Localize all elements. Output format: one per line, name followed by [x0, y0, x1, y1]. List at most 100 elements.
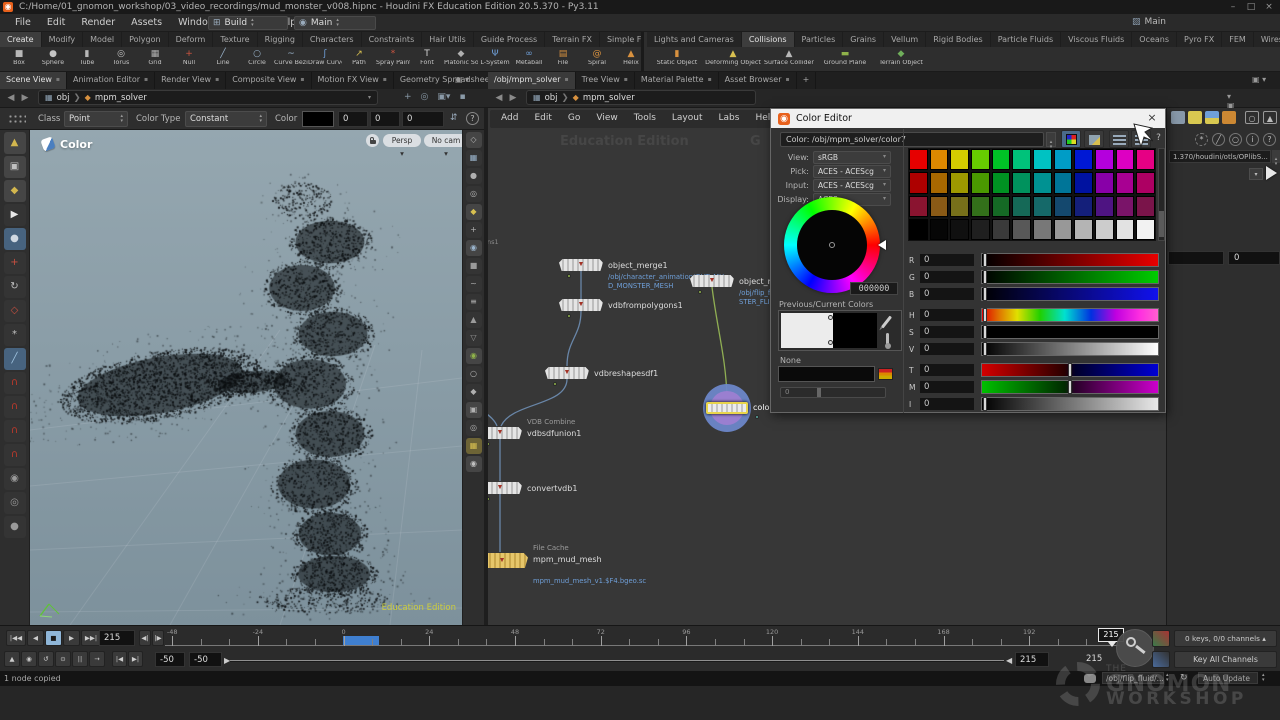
shelf-tool-font[interactable]: TFont: [410, 47, 444, 72]
pose-tool-icon[interactable]: *: [4, 324, 26, 346]
update-mode-dropdown[interactable]: Auto Update: [1198, 672, 1258, 684]
previous-color-swatch[interactable]: [781, 313, 833, 348]
grid-display-icon[interactable]: ▦: [466, 438, 482, 454]
scrollbar-thumb[interactable]: [1159, 211, 1164, 237]
color-wheel[interactable]: [784, 197, 880, 293]
slider-handle[interactable]: [983, 253, 987, 267]
palette-swatch[interactable]: [992, 149, 1011, 170]
channel-value-field[interactable]: 0: [919, 380, 975, 394]
none-slider[interactable]: 0: [780, 387, 886, 398]
magnet-handle-icon[interactable]: ∩: [4, 396, 26, 418]
scene-breadcrumb[interactable]: ▦ obj ❯ ◆ mpm_solver ▾: [38, 90, 378, 105]
palette-swatch[interactable]: [1116, 219, 1135, 240]
notes-icon[interactable]: [1188, 111, 1202, 124]
node-convertvdb1[interactable]: ▼: [484, 482, 522, 494]
realtime-icon[interactable]: ⊙: [55, 651, 71, 667]
forward-icon[interactable]: ▶: [506, 90, 520, 107]
palette-swatch[interactable]: [1054, 172, 1073, 193]
shelf-tool-grid[interactable]: ▦Grid: [138, 47, 172, 72]
tab-animation-editor[interactable]: Animation Editor▪: [67, 72, 155, 89]
channel-value-field[interactable]: 0: [919, 342, 975, 356]
channel-slider[interactable]: [981, 342, 1159, 356]
message-bubble-icon[interactable]: [1084, 674, 1096, 683]
camera-view-icon[interactable]: ◉: [466, 456, 482, 472]
view-options-icon[interactable]: ◎: [466, 186, 482, 202]
channel-value-field[interactable]: 0: [919, 253, 975, 267]
copy-icon[interactable]: [1171, 111, 1185, 124]
palette-swatch[interactable]: [1136, 149, 1155, 170]
color-g-field[interactable]: 0: [370, 111, 400, 127]
radial-menu-selector[interactable]: ◉ Main ▴▾: [294, 16, 376, 30]
shelf-tool-path[interactable]: ↗Path: [342, 47, 376, 72]
shelf-tab-texture[interactable]: Texture: [213, 32, 257, 47]
slider-handle[interactable]: [817, 388, 821, 397]
temperature-icon[interactable]: [886, 333, 889, 345]
gear-icon[interactable]: *: [1195, 133, 1208, 146]
color-path-field[interactable]: Color: /obj/mpm_solver/color7: [780, 132, 1044, 147]
shelf-tool-deforming-object[interactable]: ▲Deforming Object: [705, 47, 761, 72]
node-object-merge1[interactable]: ▼: [559, 259, 603, 271]
update-path-field[interactable]: /obj/flip_fluid/...: [1102, 672, 1164, 684]
stepper-icon[interactable]: ▴▾: [1046, 132, 1056, 147]
tool-grid-icon[interactable]: [8, 114, 26, 125]
node-flag[interactable]: [755, 415, 759, 419]
wireframe-icon[interactable]: ◉: [466, 348, 482, 364]
palette-swatch[interactable]: [909, 149, 928, 170]
snapshot-icon[interactable]: ◇: [466, 132, 482, 148]
radial-icon[interactable]: ◎: [421, 92, 429, 102]
palette-swatch[interactable]: [1095, 196, 1114, 217]
range-end-field[interactable]: 215: [1015, 652, 1049, 667]
color-type-select[interactable]: Constant ▴▾: [185, 111, 267, 127]
material-icon[interactable]: ◆: [466, 384, 482, 400]
magnet-handle-icon[interactable]: ∩: [4, 444, 26, 466]
stop-button[interactable]: ■: [45, 630, 62, 646]
tab-scene-view[interactable]: Scene View▪: [0, 72, 67, 89]
zoom-icon[interactable]: ○: [1229, 133, 1242, 146]
help-icon[interactable]: ?: [1263, 133, 1276, 146]
palette-swatch[interactable]: [909, 196, 928, 217]
magnet-handle-icon[interactable]: ∩: [4, 372, 26, 394]
input-select[interactable]: ACES - ACEScg▾: [813, 179, 891, 192]
display-normals-icon[interactable]: +: [466, 222, 482, 238]
range-start-display[interactable]: -50: [189, 652, 222, 667]
node-vdbfrompolygons1[interactable]: ▼: [559, 299, 603, 311]
value-field[interactable]: 0: [1228, 251, 1280, 265]
persp-view-button[interactable]: Persp ▾: [383, 134, 421, 147]
palette-swatch[interactable]: [1116, 149, 1135, 170]
handles-tool-icon[interactable]: ◆: [4, 180, 26, 202]
shelf-tab-terrain-fx[interactable]: Terrain FX: [545, 32, 600, 47]
value-field[interactable]: [1168, 251, 1224, 265]
shelf-tab-rigid-bodies[interactable]: Rigid Bodies: [926, 32, 990, 47]
camera-select-button[interactable]: No cam ▾: [424, 134, 462, 147]
group-list-icon[interactable]: ≡: [466, 294, 482, 310]
palette-swatch[interactable]: [1095, 149, 1114, 170]
lights-icon[interactable]: ▣: [466, 402, 482, 418]
shelf-tool-platonic-solids[interactable]: ◆Platonic Solids: [444, 47, 478, 72]
lock-camera-icon[interactable]: ●: [466, 168, 482, 184]
color-b-field[interactable]: 0: [402, 111, 444, 127]
node-color7[interactable]: [706, 402, 748, 414]
camera-tool-icon[interactable]: ●: [4, 516, 26, 538]
close-icon[interactable]: ×: [1145, 111, 1159, 124]
shelf-tab-rigging[interactable]: Rigging: [258, 32, 303, 47]
slider-handle[interactable]: [983, 397, 987, 411]
scale-tool-icon[interactable]: ◇: [4, 300, 26, 322]
library-path-field[interactable]: 1.370/houdini/otls/OPlibS...: [1169, 150, 1271, 163]
pane-layout-icon[interactable]: ▣: [4, 156, 26, 178]
palette-swatch[interactable]: [1012, 172, 1031, 193]
palette-swatch[interactable]: [992, 196, 1011, 217]
shelf-tool-draw-curve[interactable]: ʃDraw Curve: [308, 47, 342, 72]
tick-marks-icon[interactable]: ||: [72, 651, 88, 667]
palette-swatch[interactable]: [909, 172, 928, 193]
stepper-icon[interactable]: ▴▾: [1262, 673, 1265, 683]
shelf-tab-fem[interactable]: FEM: [1222, 32, 1254, 47]
keyframe-pointer-icon[interactable]: ▲: [4, 651, 20, 667]
palette-swatch[interactable]: [1095, 172, 1114, 193]
palette-swatch[interactable]: [971, 196, 990, 217]
go-start-button[interactable]: |◀◀: [6, 630, 26, 646]
palette-swatch[interactable]: [1116, 196, 1135, 217]
channel-scope-icon[interactable]: [1152, 651, 1170, 668]
select-tool-icon[interactable]: ▶: [4, 204, 26, 226]
class-select[interactable]: Point ▴▾: [64, 111, 128, 127]
tab-close-icon[interactable]: ▪: [300, 75, 304, 89]
